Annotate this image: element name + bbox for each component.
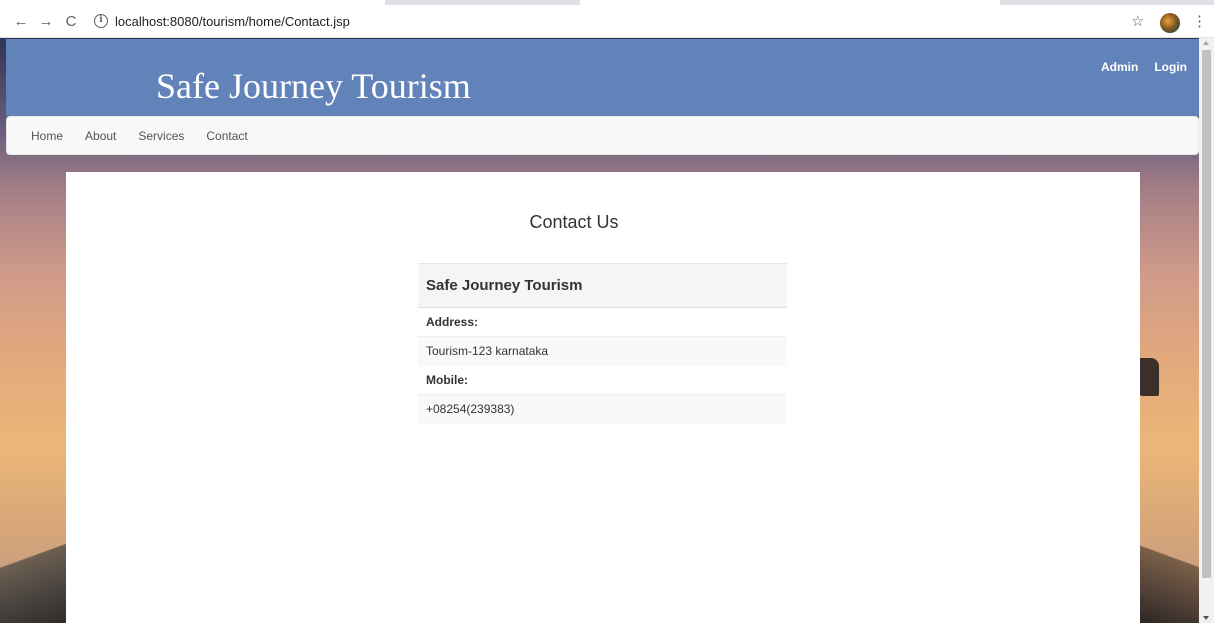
address-bar[interactable]: i localhost:8080/tourism/home/Contact.js…: [94, 11, 1134, 33]
nav-contact[interactable]: Contact: [206, 129, 247, 143]
background-rock: [1137, 358, 1159, 396]
page-viewport: Safe Journey Tourism Admin Login Home Ab…: [0, 38, 1199, 623]
header-links: Admin Login: [1101, 60, 1187, 74]
scroll-up-arrow-icon[interactable]: [1203, 41, 1209, 45]
contact-table: Safe Journey Tourism Address: Tourism-12…: [418, 263, 787, 424]
forward-icon[interactable]: →: [37, 13, 55, 31]
browser-toolbar: ← → C i localhost:8080/tourism/home/Cont…: [0, 5, 1214, 38]
admin-link[interactable]: Admin: [1101, 60, 1138, 74]
mobile-label: Mobile:: [418, 365, 787, 395]
vertical-scrollbar[interactable]: [1199, 38, 1214, 623]
url-text[interactable]: localhost:8080/tourism/home/Contact.jsp: [115, 14, 350, 29]
scroll-down-arrow-icon[interactable]: [1203, 616, 1209, 620]
page-title: Contact Us: [529, 212, 619, 232]
address-label: Address:: [418, 307, 787, 337]
profile-avatar[interactable]: [1160, 13, 1180, 33]
nav-about[interactable]: About: [85, 129, 116, 143]
site-header: Safe Journey Tourism Admin Login: [6, 39, 1199, 116]
main-navbar: Home About Services Contact: [6, 116, 1199, 155]
nav-home[interactable]: Home: [31, 129, 63, 143]
scrollbar-thumb[interactable]: [1202, 50, 1211, 578]
site-title: Safe Journey Tourism: [156, 66, 471, 106]
background-rocks-right: [1134, 513, 1199, 623]
content-panel: Contact Us Safe Journey Tourism Address:…: [66, 172, 1140, 623]
address-value: Tourism-123 karnataka: [418, 336, 787, 366]
browser-menu-icon[interactable]: ⋮: [1192, 13, 1207, 31]
login-link[interactable]: Login: [1154, 60, 1187, 74]
background-rocks-left: [0, 513, 70, 623]
reload-icon[interactable]: C: [62, 13, 80, 31]
back-icon[interactable]: ←: [12, 13, 30, 31]
nav-services[interactable]: Services: [138, 129, 184, 143]
bookmark-star-icon[interactable]: ☆: [1131, 13, 1144, 31]
mobile-value: +08254(239383): [418, 394, 787, 424]
contact-table-title: Safe Journey Tourism: [418, 263, 787, 308]
info-icon[interactable]: i: [94, 14, 108, 28]
